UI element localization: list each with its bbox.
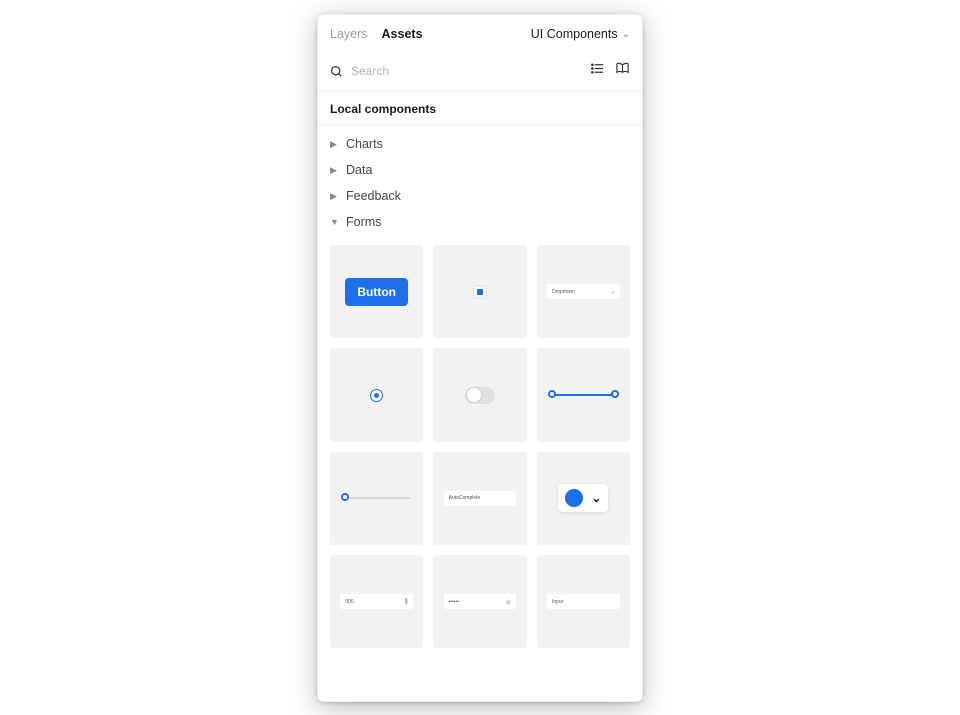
category-tree: ▶ Charts ▶ Data ▶ Feedback ▼ Forms: [318, 125, 642, 241]
component-switch[interactable]: [433, 348, 526, 441]
password-value: ••••••: [449, 599, 460, 605]
assets-panel: Layers Assets UI Components ⌄: [317, 14, 643, 702]
text-input-preview: Input: [547, 594, 620, 609]
search-icon: [330, 65, 343, 78]
color-picker-preview: ⌄: [558, 484, 608, 512]
dropdown-preview: Dropdown ⌄: [547, 284, 620, 299]
input-label: Input: [552, 599, 563, 605]
component-radio[interactable]: [330, 348, 423, 441]
autocomplete-label: AutoComplete: [449, 495, 481, 501]
color-swatch-icon: [565, 489, 583, 507]
radio-preview: [371, 390, 382, 401]
components-grid: Button Dropdown ⌄: [318, 241, 642, 660]
checkbox-preview: [474, 286, 486, 298]
autocomplete-preview: AutoComplete: [444, 491, 517, 506]
chevron-down-icon: ⌄: [591, 491, 601, 505]
category-label: Data: [346, 163, 372, 177]
collapsed-arrow-icon: ▶: [330, 165, 340, 176]
component-color-picker[interactable]: ⌄: [537, 452, 630, 545]
expanded-arrow-icon: ▼: [330, 217, 340, 227]
tab-layers[interactable]: Layers: [330, 27, 368, 41]
switch-knob: [467, 388, 481, 402]
eye-icon: ◉: [505, 598, 511, 606]
number-value: 000: [345, 599, 353, 605]
category-forms[interactable]: ▼ Forms: [318, 209, 642, 235]
panel-header: Layers Assets UI Components ⌄: [318, 15, 642, 51]
component-button[interactable]: Button: [330, 245, 423, 338]
password-input-preview: •••••• ◉: [444, 594, 517, 609]
chevron-down-icon: ⌄: [622, 29, 630, 40]
component-slider[interactable]: [330, 452, 423, 545]
range-slider-preview: [550, 394, 617, 396]
switch-preview: [465, 387, 495, 404]
button-preview: Button: [345, 278, 408, 306]
number-input-preview: 000 ▴▾: [340, 594, 413, 609]
category-label: Charts: [346, 137, 383, 151]
page-selector-label: UI Components: [531, 27, 618, 41]
slider-preview: [343, 497, 410, 499]
category-data[interactable]: ▶ Data: [318, 157, 642, 183]
page-selector[interactable]: UI Components ⌄: [531, 27, 630, 41]
dropdown-label: Dropdown: [552, 289, 575, 295]
component-dropdown[interactable]: Dropdown ⌄: [537, 245, 630, 338]
category-label: Forms: [346, 215, 381, 229]
list-view-icon[interactable]: [590, 61, 605, 81]
component-number-input[interactable]: 000 ▴▾: [330, 555, 423, 648]
slider-handle-icon: [548, 390, 556, 398]
chevron-down-icon: ⌄: [611, 289, 615, 295]
view-mode-icons: [590, 61, 630, 81]
stepper-icon: ▴▾: [405, 598, 409, 606]
collapsed-arrow-icon: ▶: [330, 139, 340, 150]
panel-tabs: Layers Assets: [330, 27, 423, 41]
category-label: Feedback: [346, 189, 401, 203]
slider-handle-icon: [341, 493, 349, 501]
tab-assets[interactable]: Assets: [382, 27, 423, 41]
library-icon[interactable]: [615, 61, 630, 81]
component-text-input[interactable]: Input: [537, 555, 630, 648]
component-autocomplete[interactable]: AutoComplete: [433, 452, 526, 545]
collapsed-arrow-icon: ▶: [330, 191, 340, 202]
component-password-input[interactable]: •••••• ◉: [433, 555, 526, 648]
section-header: Local components: [318, 92, 642, 125]
category-charts[interactable]: ▶ Charts: [318, 131, 642, 157]
component-range-slider[interactable]: [537, 348, 630, 441]
search-row: [318, 51, 642, 92]
slider-handle-icon: [611, 390, 619, 398]
component-checkbox[interactable]: [433, 245, 526, 338]
search-input[interactable]: [351, 64, 582, 78]
category-feedback[interactable]: ▶ Feedback: [318, 183, 642, 209]
